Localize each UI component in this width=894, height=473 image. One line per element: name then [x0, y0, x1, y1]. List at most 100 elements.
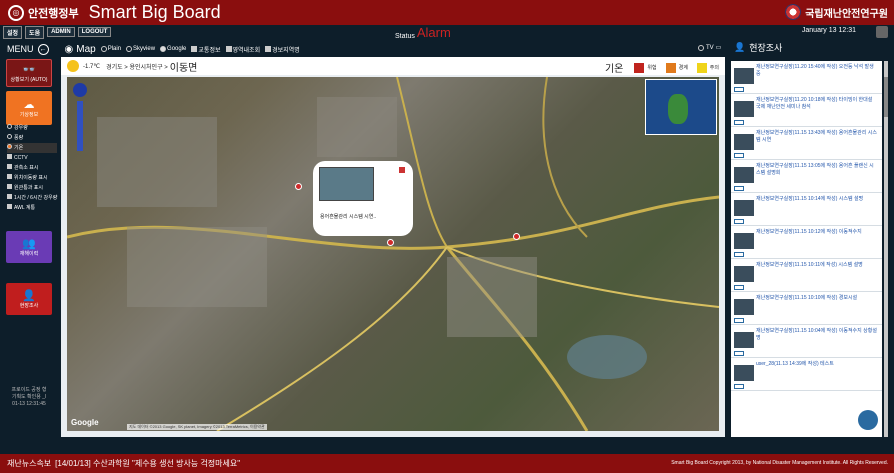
feed-scrollbar[interactable] [884, 61, 888, 437]
scrollbar-thumb[interactable] [884, 77, 888, 117]
map-label: Map [76, 43, 96, 55]
people-icon[interactable] [858, 410, 878, 430]
list-item[interactable]: 재난정보연구실장(11.15 10:11에 작성) 시스템 설명 [731, 259, 882, 292]
thumbnail [734, 266, 754, 282]
extra-option-station[interactable]: 관측소 표시 [7, 163, 57, 173]
extra-option-pass[interactable]: 원관통과 표시 [7, 183, 57, 193]
map-option-skyview-radio[interactable] [126, 46, 133, 52]
weather-option-wind[interactable]: 풍량 [7, 133, 57, 143]
list-item[interactable]: 재난정보연구실장(11.15 10:12에 작성) 이동적수지 [731, 226, 882, 259]
map-option-plain[interactable]: Plain [108, 46, 121, 52]
popup-thumbnail[interactable] [319, 167, 374, 201]
map-copyright[interactable]: 지도 데이터 ©2013 Google, SK planet, Imagery … [127, 424, 267, 430]
app-title: Smart Big Board [88, 2, 221, 22]
message-icon[interactable] [734, 186, 744, 191]
weather-option-temp[interactable]: 기온 [7, 143, 58, 153]
map-marker[interactable] [295, 183, 302, 190]
map-option-google[interactable]: Google [167, 46, 186, 52]
feed-text: 재난정보연구실장(11.15 13:05에 작성) 용어흔 플랜신 시스템 설명… [756, 163, 874, 176]
popup-close-icon[interactable] [399, 167, 405, 173]
datetime: January 13 12:31 [801, 27, 856, 34]
extra-option-rainfall[interactable]: 1시간 / 6시간 강우량 [7, 193, 57, 203]
message-icon[interactable] [734, 384, 744, 389]
logout-button[interactable]: LOGOUT [77, 27, 112, 37]
back-arrow-icon[interactable]: ← [37, 43, 49, 55]
tv-toggle[interactable]: TV ▭ [693, 44, 721, 51]
map-marker[interactable] [513, 233, 520, 240]
message-icon[interactable] [734, 252, 744, 257]
map-option-google-radio[interactable] [160, 46, 167, 52]
pan-control-icon[interactable] [73, 83, 87, 97]
sidebar-footer-line: 프로이드 공정 형 [11, 387, 47, 393]
list-item[interactable]: 재난정보연구실장(11.20 10:18에 작성) 타이밍이 한대설 국제 재난… [731, 94, 882, 127]
status-label: Status [395, 33, 415, 40]
layer-alert-checkbox[interactable] [265, 46, 272, 52]
message-icon[interactable] [734, 318, 744, 323]
overview-minimap[interactable] [645, 79, 717, 135]
list-item[interactable]: 재난정보연구실장(11.15 13:43에 작성) 용어흔물관리 시스템 시연 [731, 127, 882, 160]
list-item[interactable]: 재난정보연구실장(11.20 15:40에 작성) 오전등 낙석 발생중 [731, 61, 882, 94]
map-option-skyview[interactable]: Skyview [133, 46, 155, 52]
sidebar: 👓 상황보기 (AUTO) ☁ 기상정보 강우량 풍량 기온 CCTV 관측소 … [0, 57, 58, 441]
layer-traffic-checkbox[interactable] [191, 46, 198, 52]
admin-button[interactable]: ADMIN [47, 27, 75, 37]
people-icon: 👥 [22, 237, 36, 250]
legend-label-warning: 경계 [678, 65, 688, 71]
info-popup[interactable]: 용어흔물관리 시스템 시연.. [313, 161, 413, 236]
alarm-label[interactable]: Alarm [417, 25, 451, 40]
thumbnail [734, 134, 754, 150]
popup-caption: 용어흔물관리 시스템 시연.. [320, 214, 377, 220]
message-icon[interactable] [734, 153, 744, 158]
map-title: ◉ Map [65, 44, 96, 55]
disaster-history-button[interactable]: 👥 재해이력 [6, 231, 52, 263]
ticker-text[interactable]: [14/01/13] 수산과학원 "제수용 생선 방사능 걱정마세요" [55, 458, 240, 469]
extra-option-position[interactable]: 위치이동량 표시 [7, 173, 57, 183]
tv-icon: ▭ [715, 45, 722, 51]
auto-view-button[interactable]: 👓 상황보기 (AUTO) [6, 59, 52, 87]
field-survey-button[interactable]: 👤 현장조사 [6, 283, 52, 315]
message-icon[interactable] [734, 87, 744, 92]
thumbnail [734, 365, 754, 381]
layer-alert[interactable]: 경보지역명 [272, 45, 300, 54]
zoom-control[interactable] [73, 83, 87, 161]
zoom-slider[interactable] [77, 101, 83, 151]
layer-area[interactable]: 영역내조회 [233, 45, 261, 54]
list-item[interactable]: 재난정보연구실장(11.15 10:14에 작성) 시스템 설명 [731, 193, 882, 226]
list-item[interactable]: 재난정보연구실장(11.15 10:10에 작성) 경보시설 [731, 292, 882, 325]
weather-button[interactable]: ☁ 기상정보 [6, 91, 52, 125]
toolbar: 설정 도움 ADMIN LOGOUT Status Alarm January … [0, 25, 894, 40]
map-marker[interactable] [387, 239, 394, 246]
extra-option-awl[interactable]: AWL 계통 [7, 203, 57, 213]
message-icon[interactable] [734, 285, 744, 290]
layer-traffic[interactable]: 교통정보 [198, 45, 220, 54]
weather-option-rain[interactable]: 강우량 [7, 123, 57, 133]
feed-text: 재난정보연구실장(11.15 10:11에 작성) 시스템 설명 [756, 262, 863, 268]
settings-button[interactable]: 설정 [3, 25, 23, 39]
message-icon[interactable] [734, 351, 744, 356]
header-bar: ◎ 안전행정부 Smart Big Board 국립재난안전연구원 [0, 0, 894, 25]
map-option-plain-radio[interactable] [100, 46, 107, 52]
list-item[interactable]: 재난정보연구실장(11.15 13:05에 작성) 용어흔 플랜신 시스템 설명… [731, 160, 882, 193]
field-survey-header: 👤 현장조사 [734, 41, 782, 54]
message-icon[interactable] [734, 120, 744, 125]
extra-option-cctv[interactable]: CCTV [7, 153, 57, 163]
gear-icon[interactable] [876, 26, 888, 38]
sidebar-footer: 프로이드 공정 형 기획도 확인용 _l 01-13 12:31:45 [6, 387, 52, 408]
list-item[interactable]: 재난정보연구실장(11.15 10:04에 작성) 이동적수지 상황설명 [731, 325, 882, 358]
weather-options: 강우량 풍량 기온 CCTV 관측소 표시 위치이동량 표시 원관통과 표시 1… [7, 123, 58, 213]
auto-view-label: 상황보기 (AUTO) [10, 76, 48, 83]
location-name: 이동면 [169, 62, 198, 74]
feed-text: 재난정보연구실장(11.15 13:43에 작성) 용어흔물관리 시스템 시연 [756, 130, 877, 143]
news-ticker-bar: 재난뉴스속보 [14/01/13] 수산과학원 "제수용 생선 방사능 걱정마세… [0, 454, 894, 473]
footer-copyright: Smart Big Board Copyright 2013, by Natio… [671, 460, 888, 466]
layer-area-checkbox[interactable] [225, 46, 232, 52]
list-item[interactable]: user_28(11.13 14:39에 작성) 테스트 [731, 358, 882, 391]
feed-text: user_28(11.13 14:39에 작성) 테스트 [756, 361, 834, 367]
cloud-icon: ☁ [23, 98, 35, 111]
message-icon[interactable] [734, 219, 744, 224]
satellite-map[interactable]: 용어흔물관리 시스템 시연.. Google 지도 데이터 ©2013 Goog… [67, 77, 719, 431]
thumbnail [734, 233, 754, 249]
help-button[interactable]: 도움 [25, 25, 45, 39]
menu-label: MENU [7, 44, 34, 54]
tv-radio[interactable] [698, 44, 704, 51]
